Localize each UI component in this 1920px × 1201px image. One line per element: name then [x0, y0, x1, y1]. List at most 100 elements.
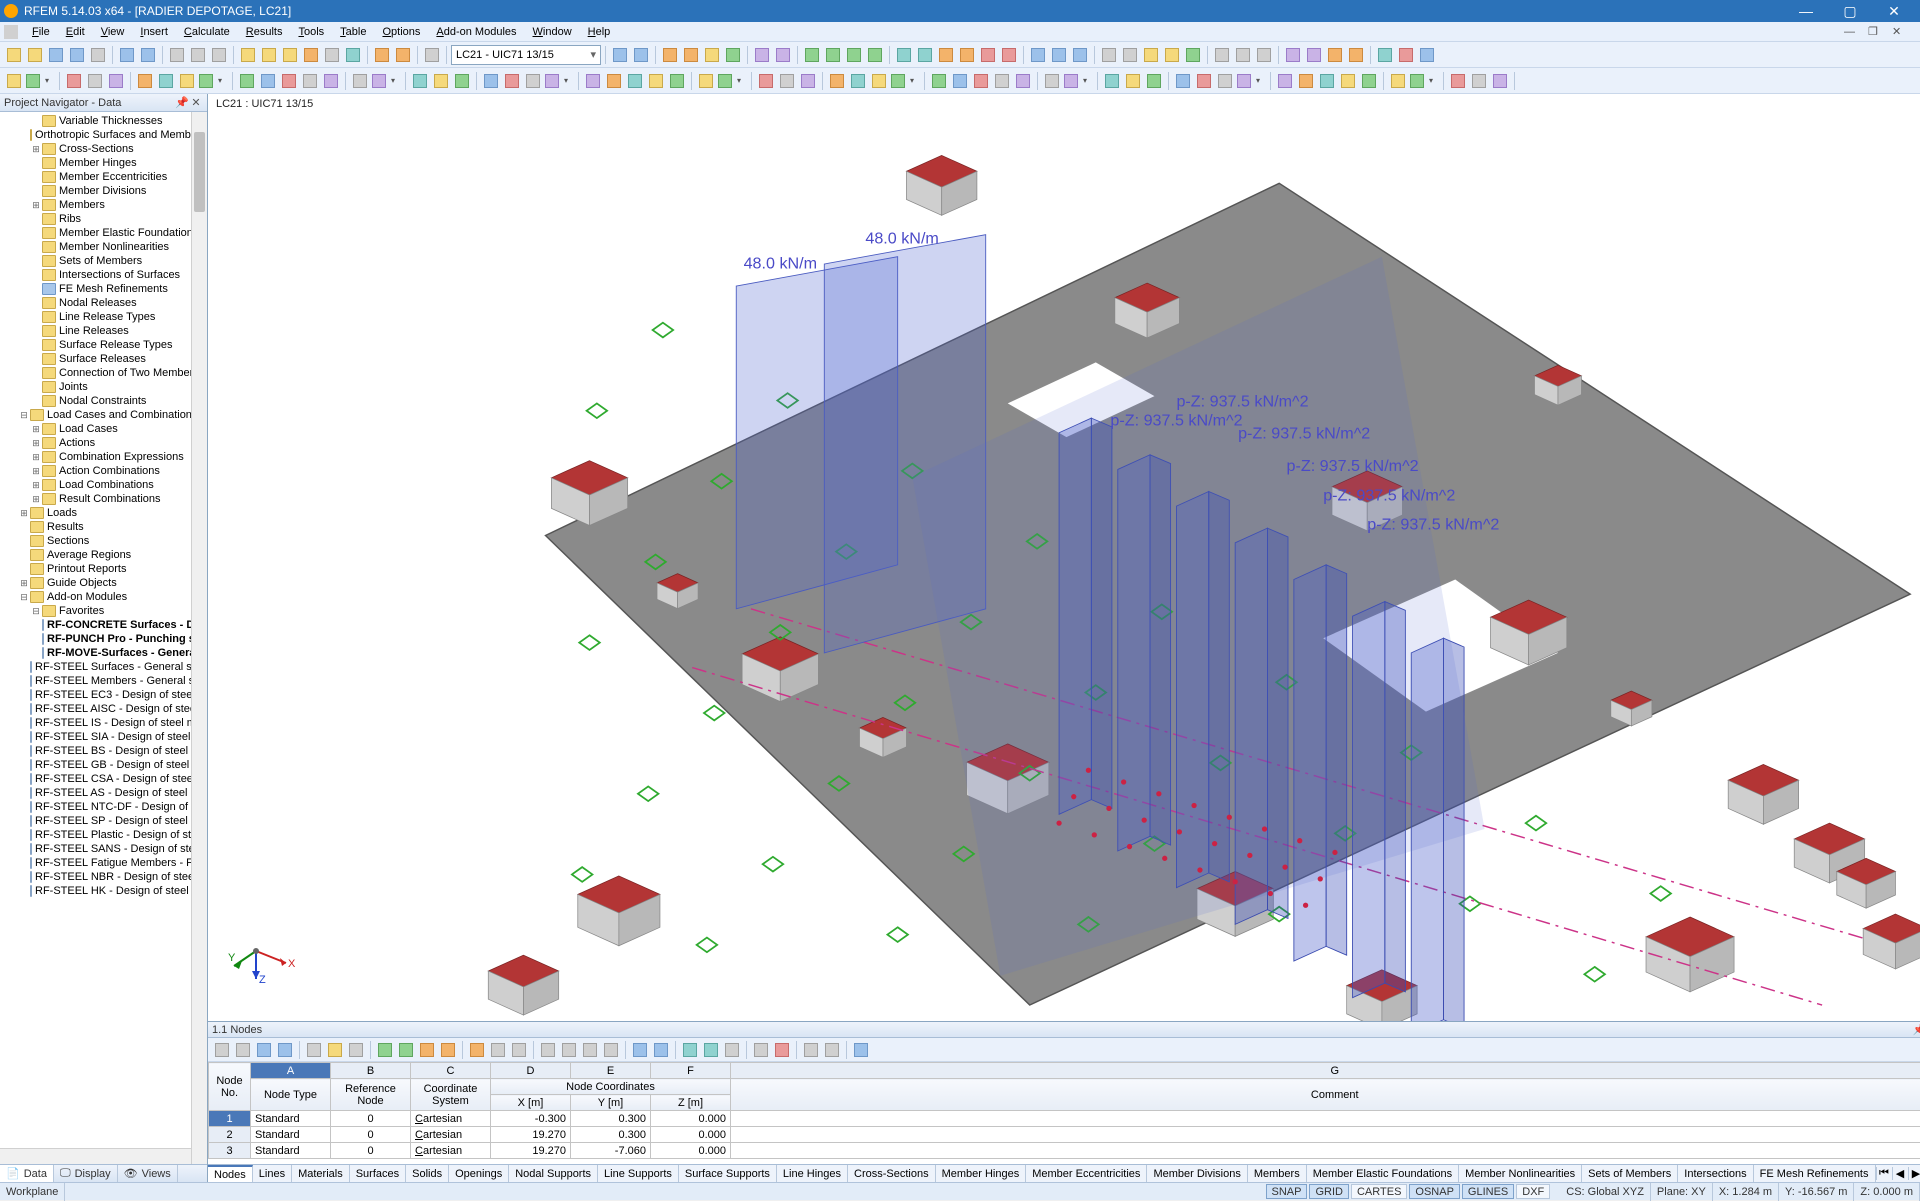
navigator-scrollbar[interactable]: [191, 112, 207, 1164]
save-button[interactable]: [46, 45, 66, 65]
btn[interactable]: [844, 45, 864, 65]
btn[interactable]: [1304, 45, 1324, 65]
menu-file[interactable]: File: [24, 24, 58, 40]
close-button[interactable]: ✕: [1872, 0, 1916, 22]
toolbar2-button[interactable]: [1144, 71, 1164, 91]
tree-node[interactable]: RF-STEEL NBR - Design of steel member: [0, 870, 207, 884]
table-tab-openings[interactable]: Openings: [449, 1165, 509, 1183]
tabstrip-nav[interactable]: ▶: [1908, 1167, 1920, 1180]
toolbar2-button[interactable]: [583, 71, 603, 91]
toolbar2-button[interactable]: [1388, 71, 1408, 91]
mdi-close-button[interactable]: ✕: [1892, 25, 1916, 38]
window-2-button[interactable]: [393, 45, 413, 65]
status-toggle-grid[interactable]: GRID: [1309, 1184, 1349, 1199]
toolbar2-button[interactable]: [135, 71, 155, 91]
tree-node[interactable]: ⊞Load Cases: [0, 422, 207, 436]
btn[interactable]: [1099, 45, 1119, 65]
redo-button[interactable]: [138, 45, 158, 65]
load-case-combo[interactable]: LC21 - UIC71 13/15▾: [451, 45, 601, 65]
menu-view[interactable]: View: [93, 24, 133, 40]
toolbar2-button[interactable]: [625, 71, 645, 91]
table-row[interactable]: 1Standard0Cartesian-0.3000.3000.000: [209, 1111, 1920, 1127]
table-tab-materials[interactable]: Materials: [292, 1165, 350, 1183]
tree-node[interactable]: Line Release Types: [0, 310, 207, 324]
toolbar2-button[interactable]: [350, 71, 370, 91]
minimize-button[interactable]: —: [1784, 0, 1828, 22]
toolbar2-button[interactable]: [177, 71, 197, 91]
tabstrip-nav[interactable]: ◀: [1892, 1167, 1908, 1180]
toolbar2-button[interactable]: [1490, 71, 1510, 91]
tree-node[interactable]: Member Divisions: [0, 184, 207, 198]
tree-node[interactable]: Nodal Releases: [0, 296, 207, 310]
table-tab-solids[interactable]: Solids: [406, 1165, 449, 1183]
toolbar2-button[interactable]: [1448, 71, 1468, 91]
toolbar2-button[interactable]: [85, 71, 105, 91]
tree-node[interactable]: RF-MOVE-Surfaces - Generation o: [0, 646, 207, 660]
tree-node[interactable]: Surface Releases: [0, 352, 207, 366]
tree-node[interactable]: RF-STEEL EC3 - Design of steel member: [0, 688, 207, 702]
table-tool-button[interactable]: [580, 1040, 600, 1060]
tree-node[interactable]: Joints: [0, 380, 207, 394]
toolbar2-button[interactable]: [667, 71, 687, 91]
btn[interactable]: [1325, 45, 1345, 65]
show-results-button[interactable]: [681, 45, 701, 65]
btn[interactable]: [865, 45, 885, 65]
table-tool-button[interactable]: [438, 1040, 458, 1060]
toolbar2-button[interactable]: ▾: [544, 71, 574, 91]
show-loads-button[interactable]: [660, 45, 680, 65]
toolbar2-button[interactable]: [971, 71, 991, 91]
tree-node[interactable]: Results: [0, 520, 207, 534]
table-tool-button[interactable]: [212, 1040, 232, 1060]
maximize-button[interactable]: ▢: [1828, 0, 1872, 22]
menu-results[interactable]: Results: [238, 24, 291, 40]
toolbar2-button[interactable]: [1469, 71, 1489, 91]
toolbar2-button[interactable]: [1102, 71, 1122, 91]
toolbar2-button[interactable]: [237, 71, 257, 91]
tree-node[interactable]: RF-STEEL Surfaces - General stress analy: [0, 660, 207, 674]
tree-node[interactable]: ⊞Load Combinations: [0, 478, 207, 492]
menu-edit[interactable]: Edit: [58, 24, 93, 40]
btn[interactable]: [802, 45, 822, 65]
tree-node[interactable]: Line Releases: [0, 324, 207, 338]
tree-node[interactable]: ⊞Members: [0, 198, 207, 212]
tree-node[interactable]: RF-STEEL SIA - Design of steel members: [0, 730, 207, 744]
toolbar2-button[interactable]: [777, 71, 797, 91]
tree-node[interactable]: Average Regions: [0, 548, 207, 562]
table-tool-button[interactable]: [275, 1040, 295, 1060]
tree-node[interactable]: RF-STEEL HK - Design of steel members: [0, 884, 207, 898]
status-toggle-osnap[interactable]: OSNAP: [1409, 1184, 1460, 1199]
table-pin-icon[interactable]: 📌: [1913, 1023, 1920, 1036]
tree-node[interactable]: Member Eccentricities: [0, 170, 207, 184]
tree-node[interactable]: RF-STEEL BS - Design of steel members: [0, 744, 207, 758]
table-tool-button[interactable]: [325, 1040, 345, 1060]
table-tool-button[interactable]: [375, 1040, 395, 1060]
toolbar2-button[interactable]: ▾: [371, 71, 401, 91]
table-tool-button[interactable]: [538, 1040, 558, 1060]
toolbar2-button[interactable]: ▾: [25, 71, 55, 91]
undo-button[interactable]: [117, 45, 137, 65]
table-tool-button[interactable]: [559, 1040, 579, 1060]
table-tab-members[interactable]: Members: [1248, 1165, 1307, 1183]
mdi-control-icon[interactable]: [4, 25, 18, 39]
btn[interactable]: [1162, 45, 1182, 65]
btn[interactable]: [1141, 45, 1161, 65]
toolbar2-button[interactable]: [300, 71, 320, 91]
toolbar2-button[interactable]: [798, 71, 818, 91]
toolbar2-button[interactable]: [929, 71, 949, 91]
table-tool-button[interactable]: [233, 1040, 253, 1060]
table-tab-member-elastic-foundations[interactable]: Member Elastic Foundations: [1307, 1165, 1459, 1183]
status-toggle-cartes[interactable]: CARTES: [1351, 1184, 1407, 1199]
table-tool-button[interactable]: [851, 1040, 871, 1060]
tree-node[interactable]: Ribs: [0, 212, 207, 226]
table-tab-surface-supports[interactable]: Surface Supports: [679, 1165, 777, 1183]
menu-table[interactable]: Table: [332, 24, 374, 40]
tabstrip-nav[interactable]: ⏮: [1876, 1167, 1892, 1180]
menu-help[interactable]: Help: [580, 24, 619, 40]
tree-node[interactable]: Connection of Two Members: [0, 366, 207, 380]
table-tab-member-divisions[interactable]: Member Divisions: [1147, 1165, 1247, 1183]
btn[interactable]: [823, 45, 843, 65]
table-tool-button[interactable]: [346, 1040, 366, 1060]
btn[interactable]: [1070, 45, 1090, 65]
tree-node[interactable]: RF-STEEL GB - Design of steel members: [0, 758, 207, 772]
tree-node[interactable]: Intersections of Surfaces: [0, 268, 207, 282]
